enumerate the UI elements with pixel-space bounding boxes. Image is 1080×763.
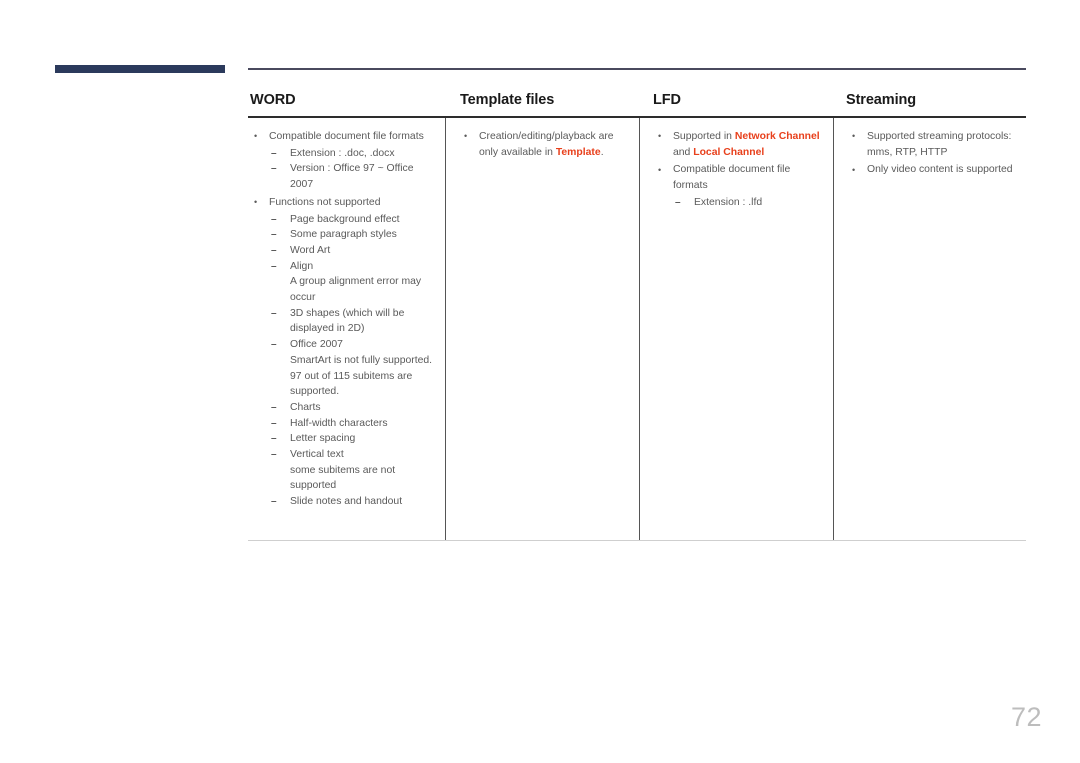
table-cell-lfd: Supported in Network Channel and Local C… — [639, 117, 833, 540]
list-item: Extension : .lfd — [673, 195, 821, 211]
template-item1-highlight: Template — [555, 146, 601, 158]
table-header-row: WORD Template files LFD Streaming — [248, 70, 1026, 116]
word-item2-label: Functions not supported — [269, 196, 381, 208]
column-header-word: WORD — [250, 92, 296, 108]
lfd-list: Supported in Network Channel and Local C… — [654, 128, 821, 211]
word-list: Compatible document file formats Extensi… — [250, 128, 433, 510]
list-item: Vertical text — [269, 447, 433, 463]
list-item: Page background effect — [269, 212, 433, 228]
lfd-item2-label: Compatible document file formats — [673, 164, 791, 192]
lfd-item1-text-pre: Supported in — [673, 130, 735, 142]
lfd-item2-sublist: Extension : .lfd — [673, 195, 821, 211]
list-item: Compatible document file formats Extensi… — [250, 128, 433, 193]
list-item: 3D shapes (which will be displayed in 2D… — [269, 306, 433, 337]
list-item-note: some subitems are not supported — [290, 464, 396, 492]
list-item: Half-width characters — [269, 416, 433, 432]
list-item: Supported in Network Channel and Local C… — [654, 128, 821, 160]
table-cell-template-files: Creation/editing/playback are only avail… — [445, 117, 639, 540]
streaming-list: Supported streaming protocols: mms, RTP,… — [848, 128, 1014, 178]
list-item: Supported streaming protocols: mms, RTP,… — [848, 128, 1014, 160]
list-item: Creation/editing/playback are only avail… — [460, 128, 627, 160]
supported-formats-table: WORD Template files LFD Streaming Compat… — [248, 68, 1026, 541]
list-item-note: SmartArt is not fully supported. 97 out … — [290, 354, 433, 398]
list-item: Word Art — [269, 243, 433, 259]
table-cell-streaming: Supported streaming protocols: mms, RTP,… — [833, 117, 1026, 540]
list-item: Compatible document file formats Extensi… — [654, 162, 821, 210]
column-header-template-files: Template files — [460, 92, 555, 108]
list-item: Charts — [269, 400, 433, 416]
list-item-note: A group alignment error may occur — [290, 276, 422, 304]
list-item: Functions not supported Page background … — [250, 194, 433, 510]
list-item: Align — [269, 259, 433, 275]
column-header-streaming: Streaming — [846, 92, 917, 108]
word-item1-sublist: Extension : .doc, .docx Version : Office… — [269, 146, 433, 193]
list-item: Some paragraph styles — [269, 227, 433, 243]
list-item: Version : Office 97 ~ Office 2007 — [269, 161, 433, 192]
table-body-row: Compatible document file formats Extensi… — [248, 117, 1026, 541]
template-files-list: Creation/editing/playback are only avail… — [460, 128, 627, 160]
lfd-item1-highlight-network-channel: Network Channel — [734, 130, 820, 142]
list-item: Only video content is supported — [848, 162, 1014, 178]
list-item: Slide notes and handout — [269, 494, 433, 510]
word-item2-sublist: Page background effect Some paragraph st… — [269, 212, 433, 510]
list-item: Letter spacing — [269, 431, 433, 447]
template-item1-text-post: . — [600, 146, 604, 158]
lfd-item1-highlight-local-channel: Local Channel — [693, 146, 765, 158]
page-number: 72 — [1010, 702, 1042, 732]
list-item: Extension : .doc, .docx — [269, 146, 433, 162]
decorative-navy-bar — [55, 65, 225, 73]
column-header-lfd: LFD — [653, 92, 681, 108]
list-item: Office 2007 — [269, 337, 433, 353]
lfd-item1-text-mid: and — [673, 146, 694, 158]
word-item1-label: Compatible document file formats — [269, 130, 424, 142]
table-cell-word: Compatible document file formats Extensi… — [248, 118, 445, 540]
